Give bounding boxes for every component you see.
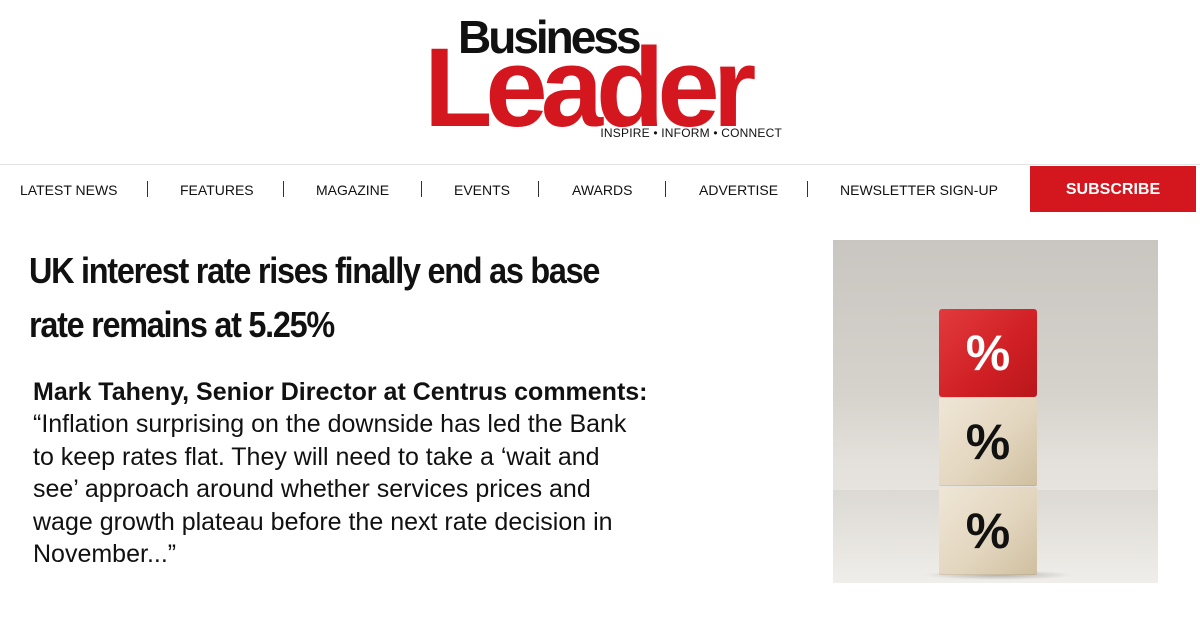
nav-item-awards[interactable]: AWARDS bbox=[572, 166, 632, 212]
quote-line: wage growth plateau before the next rate… bbox=[33, 507, 613, 536]
article-byline: Mark Taheny, Senior Director at Centrus … bbox=[33, 378, 648, 406]
quote-line: see’ approach around whether services pr… bbox=[33, 475, 591, 503]
percent-cube-wood: % bbox=[939, 398, 1037, 486]
nav-item-latest-news[interactable]: LATEST NEWS bbox=[20, 166, 118, 212]
subscribe-button[interactable]: SUBSCRIBE bbox=[1030, 166, 1196, 212]
nav-item-advertise[interactable]: ADVERTISE bbox=[699, 166, 778, 212]
nav-top-divider bbox=[0, 164, 1200, 165]
logo-tagline: INSPIRE • INFORM • CONNECT bbox=[600, 126, 782, 140]
article-quote: “Inflation surprising on the downside ha… bbox=[33, 408, 763, 571]
percent-cube-wood: % bbox=[939, 487, 1037, 575]
nav-item-newsletter-signup[interactable]: NEWSLETTER SIGN-UP bbox=[840, 166, 998, 212]
nav-separator bbox=[538, 181, 539, 197]
article-headline[interactable]: UK interest rate rises finally end as ba… bbox=[29, 244, 659, 352]
nav-separator bbox=[147, 181, 148, 197]
article-image-percent-cubes[interactable]: % % % bbox=[833, 240, 1158, 583]
site-logo[interactable]: Business Leader INSPIRE • INFORM • CONNE… bbox=[424, 14, 786, 144]
main-nav: LATEST NEWS FEATURES MAGAZINE EVENTS AWA… bbox=[0, 166, 1200, 212]
nav-item-events[interactable]: EVENTS bbox=[454, 166, 510, 212]
nav-separator bbox=[421, 181, 422, 197]
quote-line: to keep rates flat. They will need to ta… bbox=[33, 442, 600, 471]
headline-line: rate remains at 5.25% bbox=[29, 304, 335, 345]
nav-separator bbox=[665, 181, 666, 197]
quote-line: November...” bbox=[33, 540, 177, 568]
nav-item-magazine[interactable]: MAGAZINE bbox=[316, 166, 389, 212]
nav-separator bbox=[283, 181, 284, 197]
headline-line: UK interest rate rises finally end as ba… bbox=[29, 250, 600, 291]
percent-cube-red: % bbox=[939, 309, 1037, 397]
quote-line: “Inflation surprising on the downside ha… bbox=[33, 410, 627, 438]
nav-item-features[interactable]: FEATURES bbox=[180, 166, 254, 212]
nav-separator bbox=[807, 181, 808, 197]
